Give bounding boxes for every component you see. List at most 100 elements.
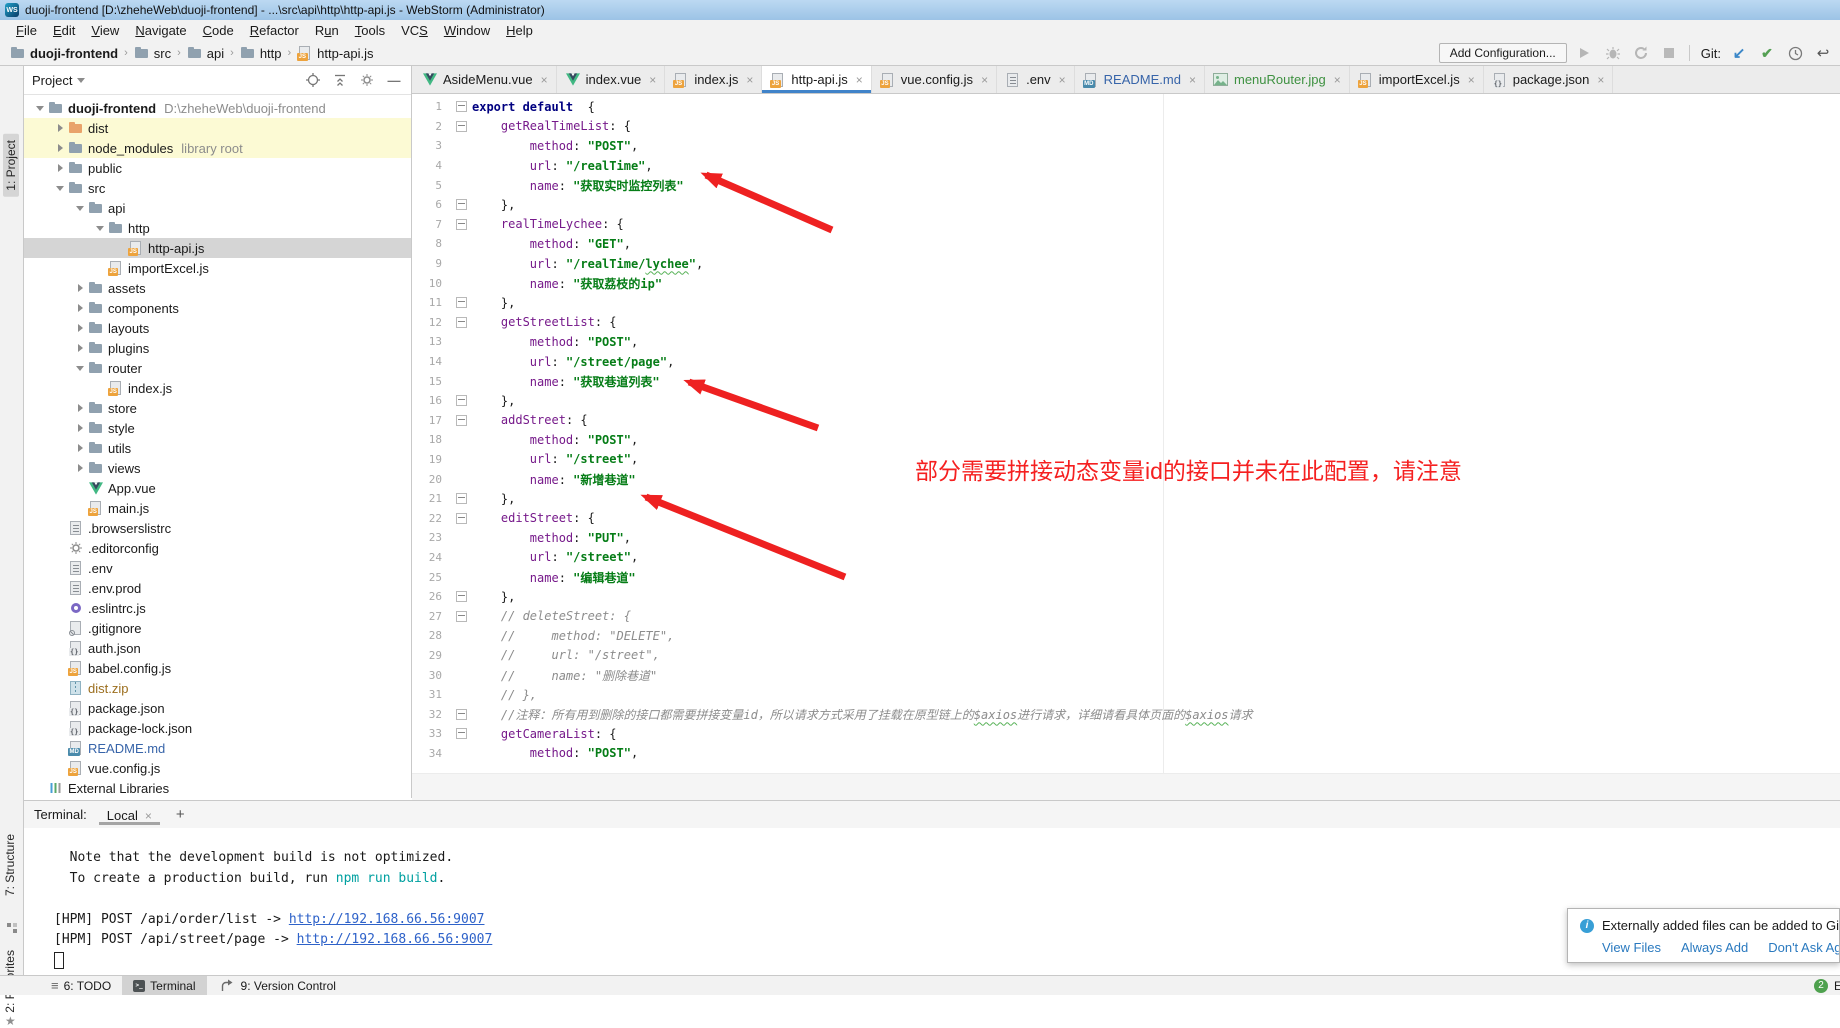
tree-item-index.js[interactable]: JSindex.js bbox=[24, 378, 411, 398]
tree-item-dist[interactable]: dist bbox=[24, 118, 411, 138]
fold-marker[interactable] bbox=[450, 728, 472, 739]
tree-item-public[interactable]: public bbox=[24, 158, 411, 178]
close-icon[interactable]: × bbox=[1059, 73, 1066, 87]
new-terminal-button[interactable]: + bbox=[176, 806, 185, 823]
tree-item-auth.json[interactable]: auth.json bbox=[24, 638, 411, 658]
chevron-down-icon[interactable] bbox=[52, 180, 68, 196]
chevron-down-icon[interactable] bbox=[92, 220, 108, 236]
tree-item-.env[interactable]: .env bbox=[24, 558, 411, 578]
close-icon[interactable]: × bbox=[856, 73, 863, 87]
chevron-right-icon[interactable] bbox=[52, 120, 68, 136]
fold-marker[interactable] bbox=[450, 199, 472, 210]
terminal-link[interactable]: http://192.168.66.56:9007 bbox=[297, 932, 493, 947]
menu-tools[interactable]: Tools bbox=[347, 22, 393, 39]
breadcrumb-item[interactable]: api bbox=[185, 45, 226, 61]
run-button[interactable] bbox=[1576, 44, 1594, 62]
tree-item-package-lock.json[interactable]: package-lock.json bbox=[24, 718, 411, 738]
tab-readme.md[interactable]: MDREADME.md× bbox=[1075, 66, 1205, 93]
tree-item-main.js[interactable]: JSmain.js bbox=[24, 498, 411, 518]
collapse-all-button[interactable] bbox=[331, 71, 349, 89]
tree-item-.browserslistrc[interactable]: .browserslistrc bbox=[24, 518, 411, 538]
chevron-right-icon[interactable] bbox=[72, 340, 88, 356]
tree-item-.eslintrc.js[interactable]: .eslintrc.js bbox=[24, 598, 411, 618]
tab-vue.config.js[interactable]: JSvue.config.js× bbox=[872, 66, 997, 93]
fold-marker[interactable] bbox=[450, 415, 472, 426]
breadcrumb-item[interactable]: http bbox=[238, 45, 284, 61]
fold-marker[interactable] bbox=[450, 101, 472, 112]
fold-marker[interactable] bbox=[450, 317, 472, 328]
close-icon[interactable]: × bbox=[1597, 73, 1604, 87]
menu-navigate[interactable]: Navigate bbox=[127, 22, 194, 39]
tab-package.json[interactable]: package.json× bbox=[1484, 66, 1614, 93]
notification-link[interactable]: View Files bbox=[1602, 940, 1661, 955]
git-rollback-button[interactable]: ↩ bbox=[1814, 44, 1832, 62]
tab-.env[interactable]: .env× bbox=[997, 66, 1075, 93]
breadcrumb-item[interactable]: JShttp-api.js bbox=[295, 45, 375, 61]
fold-marker[interactable] bbox=[450, 513, 472, 524]
git-commit-button[interactable]: ✔ bbox=[1758, 44, 1776, 62]
tree-item-components[interactable]: components bbox=[24, 298, 411, 318]
tree-item-views[interactable]: views bbox=[24, 458, 411, 478]
fold-marker[interactable] bbox=[450, 591, 472, 602]
terminal-link[interactable]: http://192.168.66.56:9007 bbox=[289, 912, 485, 927]
tree-item-http[interactable]: http bbox=[24, 218, 411, 238]
add-configuration-button[interactable]: Add Configuration... bbox=[1439, 43, 1567, 63]
coverage-button[interactable] bbox=[1632, 44, 1650, 62]
tool-window-project-button[interactable]: 1: Project bbox=[3, 134, 19, 197]
tree-item-package.json[interactable]: package.json bbox=[24, 698, 411, 718]
tree-item-.gitignore[interactable]: .gitignore bbox=[24, 618, 411, 638]
fold-marker[interactable] bbox=[450, 121, 472, 132]
editor-horizontal-scrollbar[interactable] bbox=[412, 773, 1840, 800]
statusbar-6--todo[interactable]: ≡6: TODO bbox=[40, 976, 122, 995]
menu-help[interactable]: Help bbox=[498, 22, 541, 39]
git-update-button[interactable]: ↙ bbox=[1730, 44, 1748, 62]
project-view-selector[interactable]: Project bbox=[32, 73, 85, 88]
tree-item-src[interactable]: src bbox=[24, 178, 411, 198]
tree-item-.env.prod[interactable]: .env.prod bbox=[24, 578, 411, 598]
chevron-right-icon[interactable] bbox=[52, 140, 68, 156]
chevron-right-icon[interactable] bbox=[72, 320, 88, 336]
chevron-right-icon[interactable] bbox=[72, 440, 88, 456]
tool-window-structure-button[interactable]: 7: Structure bbox=[3, 834, 17, 896]
chevron-right-icon[interactable] bbox=[72, 280, 88, 296]
fold-marker[interactable] bbox=[450, 297, 472, 308]
tab-index.js[interactable]: JSindex.js× bbox=[665, 66, 762, 93]
close-icon[interactable]: × bbox=[746, 73, 753, 87]
menu-refactor[interactable]: Refactor bbox=[242, 22, 307, 39]
tree-item-dist.zip[interactable]: dist.zip bbox=[24, 678, 411, 698]
tree-item-readme.md[interactable]: MDREADME.md bbox=[24, 738, 411, 758]
chevron-down-icon[interactable] bbox=[32, 100, 48, 116]
hide-panel-button[interactable]: — bbox=[385, 71, 403, 89]
tab-importexcel.js[interactable]: JSimportExcel.js× bbox=[1350, 66, 1484, 93]
chevron-right-icon[interactable] bbox=[52, 160, 68, 176]
tree-item-layouts[interactable]: layouts bbox=[24, 318, 411, 338]
menu-window[interactable]: Window bbox=[436, 22, 498, 39]
menu-file[interactable]: File bbox=[8, 22, 45, 39]
tree-item-app.vue[interactable]: App.vue bbox=[24, 478, 411, 498]
fold-marker[interactable] bbox=[450, 611, 472, 622]
menu-vcs[interactable]: VCS bbox=[393, 22, 436, 39]
tree-item-external-libraries[interactable]: External Libraries bbox=[24, 778, 411, 798]
tree-item-utils[interactable]: utils bbox=[24, 438, 411, 458]
tree-item-importexcel.js[interactable]: JSimportExcel.js bbox=[24, 258, 411, 278]
chevron-down-icon[interactable] bbox=[72, 360, 88, 376]
close-icon[interactable]: × bbox=[541, 73, 548, 87]
tree-item-router[interactable]: router bbox=[24, 358, 411, 378]
menu-code[interactable]: Code bbox=[195, 22, 242, 39]
menu-run[interactable]: Run bbox=[307, 22, 347, 39]
fold-marker[interactable] bbox=[450, 709, 472, 720]
close-icon[interactable]: × bbox=[981, 73, 988, 87]
chevron-right-icon[interactable] bbox=[72, 300, 88, 316]
project-tree[interactable]: duoji-frontendD:\zheheWeb\duoji-frontend… bbox=[24, 94, 411, 798]
event-log-widget[interactable]: 2 Ev bbox=[1814, 979, 1840, 993]
close-icon[interactable]: × bbox=[145, 809, 152, 823]
favorites-star-icon[interactable]: ★ bbox=[5, 1014, 16, 1028]
breadcrumb-item[interactable]: src bbox=[132, 45, 173, 61]
statusbar-terminal[interactable]: >_Terminal bbox=[122, 976, 206, 995]
settings-gear-button[interactable] bbox=[358, 71, 376, 89]
close-icon[interactable]: × bbox=[649, 73, 656, 87]
locate-file-button[interactable] bbox=[304, 71, 322, 89]
tree-item-style[interactable]: style bbox=[24, 418, 411, 438]
code-editor[interactable]: 1export default {2 getRealTimeList: {3 m… bbox=[412, 94, 1840, 800]
debug-button[interactable] bbox=[1604, 44, 1622, 62]
